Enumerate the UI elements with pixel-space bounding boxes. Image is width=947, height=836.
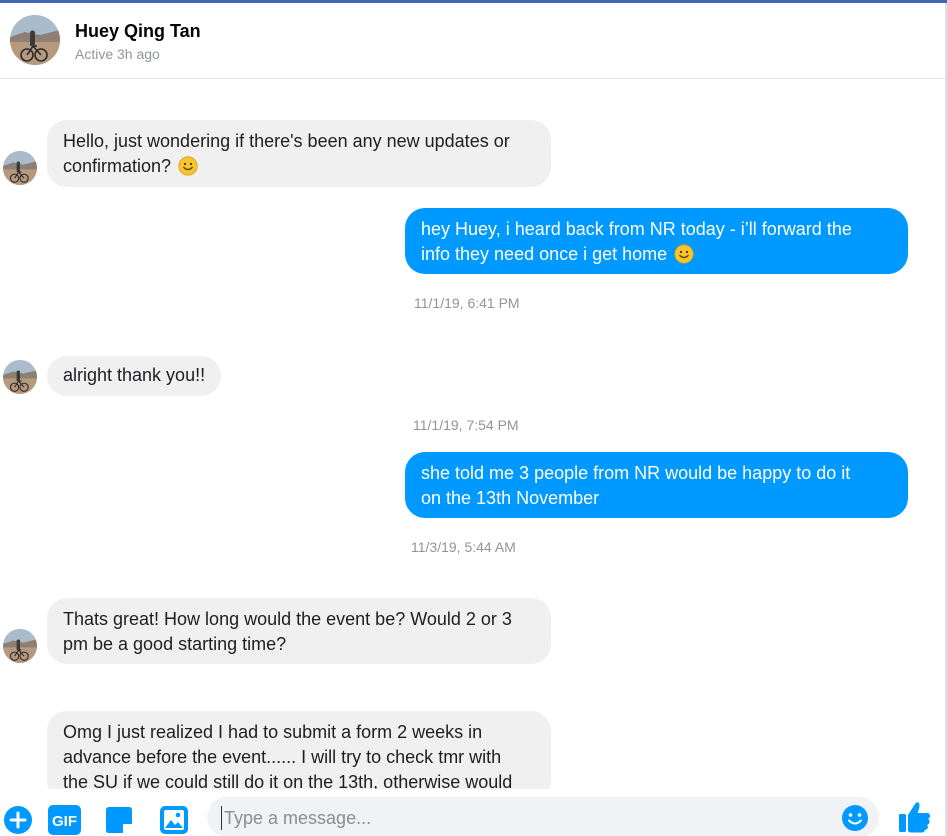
message-composer: GIF — [0, 789, 945, 836]
incoming-message: Omg I just realized I had to submit a fo… — [47, 711, 551, 801]
message-text: Omg I just realized I had to submit a fo… — [63, 722, 483, 742]
message-text: advance before the event...... I will tr… — [63, 747, 502, 767]
gif-button[interactable]: GIF — [48, 805, 81, 835]
gif-label: GIF — [52, 813, 77, 830]
thumbs-up-icon[interactable] — [897, 800, 933, 834]
message-text: she told me 3 people from NR would be ha… — [421, 463, 851, 483]
avatar[interactable] — [3, 360, 37, 394]
active-status: Active 3h ago — [75, 46, 160, 62]
avatar[interactable] — [3, 629, 37, 663]
incoming-message: alright thank you!! — [47, 356, 222, 396]
timestamp: 11/1/19, 6:41 PM — [414, 295, 520, 311]
outgoing-message: hey Huey, i heard back from NR today - i… — [405, 208, 908, 274]
message-text: alright thank you!! — [63, 365, 206, 385]
timestamp: 11/1/19, 7:54 PM — [413, 417, 519, 433]
message-text: hey Huey, i heard back from NR today - i… — [421, 219, 852, 239]
incoming-message: Thats great! How long would the event be… — [47, 598, 551, 664]
message-text: info they need once i get home — [421, 244, 668, 264]
message-input-container[interactable] — [207, 797, 879, 836]
photo-icon[interactable] — [159, 805, 189, 835]
outgoing-message: she told me 3 people from NR would be ha… — [405, 452, 908, 518]
sticker-icon[interactable] — [104, 805, 134, 835]
incoming-message: Hello, just wondering if there's been an… — [47, 120, 551, 187]
avatar[interactable] — [3, 151, 37, 185]
message-input[interactable] — [221, 806, 831, 830]
contact-name[interactable]: Huey Qing Tan — [75, 21, 201, 42]
slightly-smiling-face-icon — [178, 156, 198, 176]
message-text: on the 13th November — [421, 488, 600, 508]
message-text: confirmation? — [63, 156, 172, 176]
conversation-header: Huey Qing Tan Active 3h ago — [0, 3, 945, 79]
message-text: Thats great! How long would the event be… — [63, 609, 512, 629]
timestamp: 11/3/19, 5:44 AM — [411, 539, 516, 555]
emoji-icon[interactable] — [841, 804, 869, 832]
plus-icon[interactable] — [3, 805, 33, 835]
avatar[interactable] — [10, 15, 60, 65]
message-text: pm be a good starting time? — [63, 634, 287, 654]
message-text: Hello, just wondering if there's been an… — [63, 131, 510, 151]
slightly-smiling-face-icon — [674, 244, 694, 264]
